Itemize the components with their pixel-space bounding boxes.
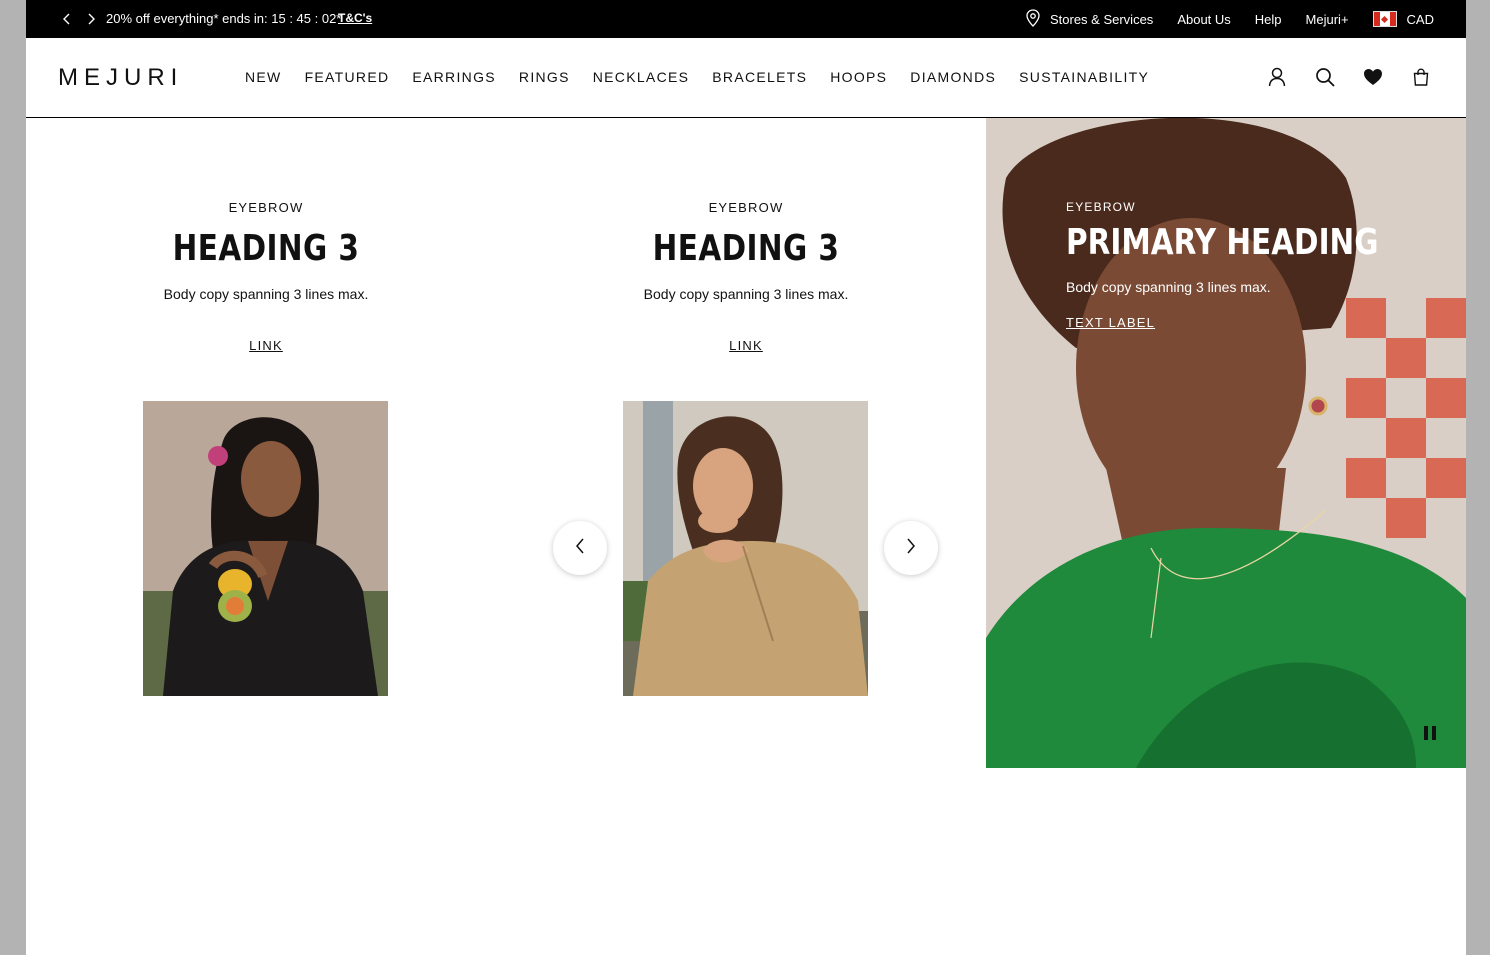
card-heading: HEADING 3 (172, 228, 360, 269)
chevron-right-icon[interactable] (84, 11, 98, 27)
card-link-wrap: LINK (26, 338, 506, 353)
card-link-wrap: LINK (506, 338, 986, 353)
hero-image (986, 118, 1466, 768)
card-body: Body copy spanning 3 lines max. (163, 286, 369, 302)
utility-links: Stores & Services About Us Help Mejuri+ … (1026, 0, 1434, 38)
hero-body: Body copy spanning 3 lines max. (1066, 279, 1271, 295)
card-body: Body copy spanning 3 lines max. (643, 286, 849, 302)
hero-eyebrow: EYEBROW (1066, 200, 1136, 214)
nav-item-sustainability[interactable]: SUSTAINABILITY (1019, 69, 1149, 85)
heart-icon[interactable] (1362, 66, 1384, 88)
product-photo-2[interactable] (623, 401, 868, 696)
card-link[interactable]: LINK (729, 338, 763, 353)
carousel-next-button[interactable] (884, 521, 938, 575)
card-eyebrow: EYEBROW (228, 200, 304, 215)
stores-label: Stores & Services (1049, 11, 1154, 27)
product-photo-1[interactable] (143, 401, 388, 696)
card-link[interactable]: LINK (249, 338, 283, 353)
main-nav: MEJURI NEW FEATURED EARRINGS RINGS NECKL… (26, 38, 1466, 118)
nav-menu: NEW FEATURED EARRINGS RINGS NECKLACES BR… (245, 69, 1149, 85)
nav-item-bracelets[interactable]: BRACELETS (712, 69, 807, 85)
nav-item-hoops[interactable]: HOOPS (830, 69, 887, 85)
nav-item-new[interactable]: NEW (245, 69, 282, 85)
canada-flag-icon (1372, 11, 1397, 27)
page: 20% off everything* ends in: 15 : 45 : 0… (26, 0, 1466, 955)
promo-arrows (60, 11, 98, 27)
promo-message: 20% off everything* ends in: 15 : 45 : 0… (106, 11, 342, 26)
location-pin-icon (1026, 8, 1040, 30)
card-eyebrow: EYEBROW (708, 200, 784, 215)
nav-item-rings[interactable]: RINGS (519, 69, 570, 85)
nav-icons (1266, 66, 1432, 88)
nav-item-featured[interactable]: FEATURED (305, 69, 390, 85)
logo[interactable]: MEJURI (58, 64, 183, 92)
card-heading: HEADING 3 (652, 228, 840, 269)
help-link[interactable]: Help (1255, 12, 1282, 27)
content-card-2: EYEBROW HEADING 3 Body copy spanning 3 l… (506, 118, 986, 768)
chevron-left-icon[interactable] (60, 11, 74, 27)
currency-selector[interactable]: CAD (1372, 11, 1434, 27)
nav-item-necklaces[interactable]: NECKLACES (593, 69, 690, 85)
about-link[interactable]: About Us (1177, 12, 1230, 27)
nav-item-earrings[interactable]: EARRINGS (412, 69, 496, 85)
hero-banner: EYEBROW PRIMARY HEADING Body copy spanni… (986, 118, 1466, 768)
mejuri-plus-link[interactable]: Mejuri+ (1306, 12, 1349, 27)
promo-bar: 20% off everything* ends in: 15 : 45 : 0… (26, 0, 1466, 38)
nav-item-diamonds[interactable]: DIAMONDS (910, 69, 996, 85)
carousel-prev-button[interactable] (553, 521, 607, 575)
hero-heading: PRIMARY HEADING (1066, 222, 1379, 263)
pause-icon[interactable] (1424, 726, 1438, 742)
chevron-left-icon (575, 538, 585, 559)
account-icon[interactable] (1266, 66, 1288, 88)
hero-text-link[interactable]: TEXT LABEL (1066, 315, 1155, 330)
search-icon[interactable] (1314, 66, 1336, 88)
shopping-bag-icon[interactable] (1410, 66, 1432, 88)
stores-link[interactable]: Stores & Services (1026, 8, 1154, 30)
content-card-1: EYEBROW HEADING 3 Body copy spanning 3 l… (26, 118, 506, 768)
currency-label: CAD (1406, 11, 1434, 27)
terms-link[interactable]: T&C's (338, 11, 372, 25)
chevron-right-icon (906, 538, 916, 559)
